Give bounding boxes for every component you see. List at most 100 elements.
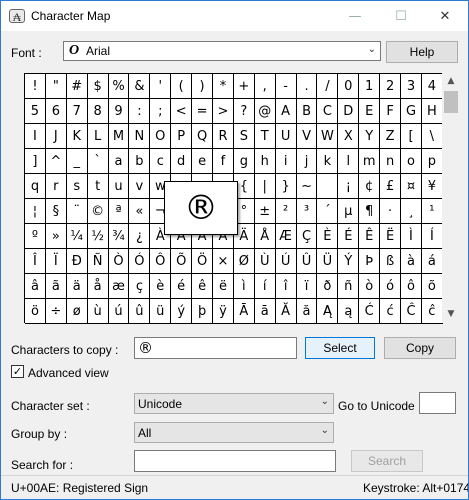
character-cell[interactable]: : (129, 99, 151, 124)
character-cell[interactable]: µ (338, 199, 360, 224)
character-cell[interactable]: Ò (108, 249, 130, 274)
close-button[interactable]: ✕ (422, 1, 468, 31)
character-cell[interactable]: ² (275, 199, 297, 224)
character-cell[interactable]: ´ (317, 199, 339, 224)
scroll-down-arrow-icon[interactable]: ▼ (442, 306, 460, 323)
character-cell[interactable]: v (129, 174, 151, 199)
character-cell[interactable]: ( (171, 74, 193, 99)
character-cell[interactable]: » (45, 224, 67, 249)
character-cell[interactable]: ^ (45, 149, 67, 174)
character-cell[interactable]: £ (380, 174, 402, 199)
character-cell[interactable]: â (25, 274, 46, 299)
character-cell[interactable]: Û (296, 249, 318, 274)
character-cell[interactable]: p (421, 149, 443, 174)
character-cell[interactable]: ü (150, 299, 172, 324)
character-cell[interactable] (317, 174, 339, 199)
character-cell[interactable]: e (192, 149, 214, 174)
character-cell[interactable]: J (45, 124, 67, 149)
character-cell[interactable]: ñ (338, 274, 360, 299)
character-cell[interactable]: Ô (150, 249, 172, 274)
character-cell[interactable]: ý (171, 299, 193, 324)
character-cell[interactable]: P (171, 124, 193, 149)
character-cell[interactable]: ± (254, 199, 276, 224)
character-cell[interactable]: L (87, 124, 109, 149)
character-cell[interactable]: ? (233, 99, 255, 124)
character-cell[interactable]: G (401, 99, 422, 124)
character-cell[interactable]: g (233, 149, 255, 174)
character-cell[interactable]: = (192, 99, 214, 124)
character-cell[interactable]: ą (338, 299, 360, 324)
character-cell[interactable]: M (108, 124, 130, 149)
character-cell[interactable]: È (317, 224, 339, 249)
character-cell[interactable]: ) (192, 74, 214, 99)
advanced-view-checkbox[interactable]: ✓ (11, 365, 24, 378)
character-cell[interactable]: ö (25, 299, 46, 324)
character-cell[interactable]: " (45, 74, 67, 99)
character-cell[interactable]: ¢ (359, 174, 381, 199)
character-cell[interactable]: 7 (66, 99, 88, 124)
character-cell[interactable]: Õ (171, 249, 193, 274)
copy-button[interactable]: Copy (384, 337, 456, 359)
character-cell[interactable]: ¹ (421, 199, 443, 224)
character-cell[interactable]: Ð (66, 249, 88, 274)
character-cell[interactable]: ¡ (338, 174, 360, 199)
character-cell[interactable]: m (359, 149, 381, 174)
character-cell[interactable]: ; (150, 99, 172, 124)
character-cell[interactable]: O (150, 124, 172, 149)
character-cell[interactable]: ¦ (25, 199, 46, 224)
character-cell[interactable]: Þ (359, 249, 381, 274)
character-cell[interactable]: < (171, 99, 193, 124)
character-cell[interactable]: ó (380, 274, 402, 299)
character-cell[interactable]: ¨ (66, 199, 88, 224)
character-cell[interactable]: 2 (380, 74, 402, 99)
character-cell[interactable]: å (87, 274, 109, 299)
character-cell[interactable]: 6 (45, 99, 67, 124)
character-cell[interactable]: X (338, 124, 360, 149)
character-cell[interactable]: ¾ (108, 224, 130, 249)
character-cell[interactable]: þ (192, 299, 214, 324)
character-cell[interactable]: Ü (317, 249, 339, 274)
character-cell[interactable]: F (380, 99, 402, 124)
character-cell[interactable]: | (254, 174, 276, 199)
character-cell[interactable]: Ó (129, 249, 151, 274)
character-cell[interactable]: d (171, 149, 193, 174)
character-cell[interactable]: 8 (87, 99, 109, 124)
character-cell[interactable]: i (275, 149, 297, 174)
character-cell[interactable]: ã (45, 274, 67, 299)
character-cell[interactable]: * (213, 74, 234, 99)
character-cell[interactable]: H (421, 99, 443, 124)
character-cell[interactable]: @ (254, 99, 276, 124)
scroll-up-arrow-icon[interactable]: ▲ (442, 73, 460, 90)
character-cell[interactable]: [ (401, 124, 422, 149)
character-cell[interactable]: h (254, 149, 276, 174)
character-cell[interactable]: 4 (421, 74, 443, 99)
go-to-unicode-input[interactable] (419, 392, 456, 414)
character-cell[interactable]: t (87, 174, 109, 199)
character-cell[interactable]: ª (108, 199, 130, 224)
character-cell[interactable]: Æ (275, 224, 297, 249)
character-cell[interactable]: 1 (359, 74, 381, 99)
character-cell[interactable]: ~ (296, 174, 318, 199)
character-cell[interactable]: K (66, 124, 88, 149)
character-cell[interactable]: ÷ (45, 299, 67, 324)
character-cell[interactable]: º (25, 224, 46, 249)
character-cell[interactable]: ! (25, 74, 46, 99)
character-cell[interactable]: s (66, 174, 88, 199)
character-cell[interactable]: # (66, 74, 88, 99)
character-cell[interactable]: k (317, 149, 339, 174)
character-cell[interactable]: 0 (338, 74, 360, 99)
character-cell[interactable]: R (213, 124, 234, 149)
character-cell[interactable]: Ą (317, 299, 339, 324)
character-cell[interactable]: Ñ (87, 249, 109, 274)
character-cell[interactable]: f (213, 149, 234, 174)
character-cell[interactable]: Ù (254, 249, 276, 274)
grid-scrollbar[interactable]: ▲ ▼ (442, 73, 460, 323)
character-cell[interactable]: ¥ (421, 174, 443, 199)
character-cell[interactable]: A (275, 99, 297, 124)
character-cell[interactable]: a (108, 149, 130, 174)
character-cell[interactable]: - (275, 74, 297, 99)
character-cell[interactable]: . (296, 74, 318, 99)
character-cell[interactable]: ¸ (401, 199, 422, 224)
character-cell[interactable]: Ć (359, 299, 381, 324)
character-cell[interactable]: U (275, 124, 297, 149)
